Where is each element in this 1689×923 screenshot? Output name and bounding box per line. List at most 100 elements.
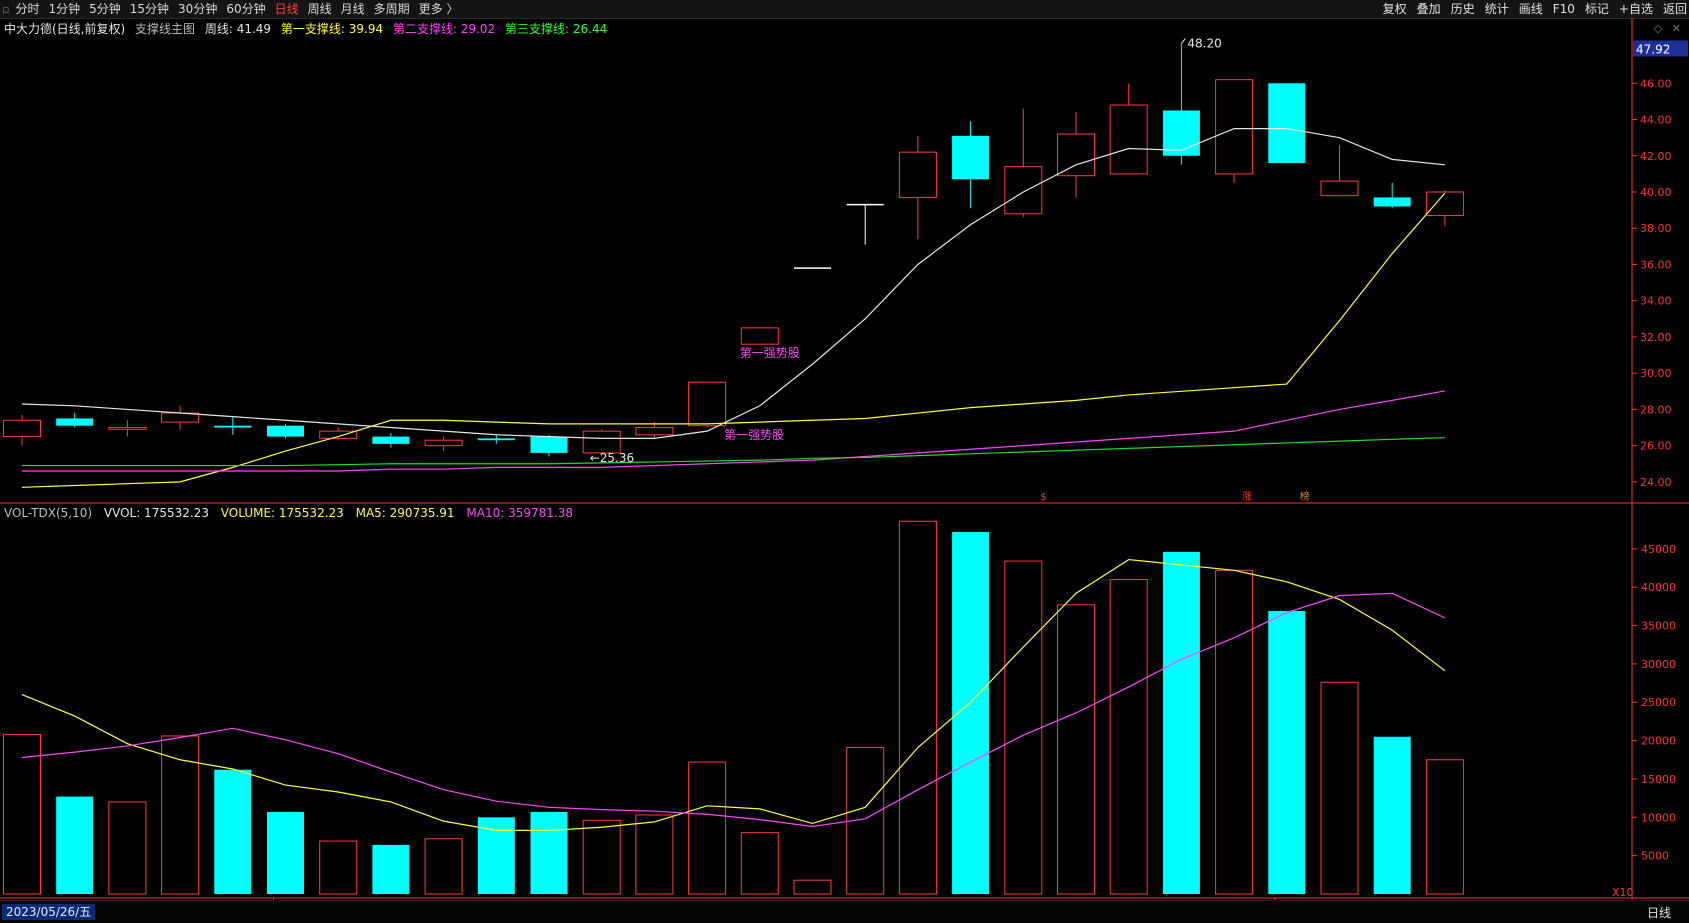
high-price-label: 48.20 [1187, 36, 1221, 50]
price-tick-label: 28.00 [1640, 403, 1672, 416]
indicator-name[interactable]: 支撑线主图 [135, 22, 195, 36]
week-line-value: 周线: 41.49 [204, 22, 272, 36]
high-marker [1181, 38, 1186, 44]
volume-bar [635, 814, 674, 895]
candle-body [740, 327, 779, 345]
price-tick-label: 26.00 [1640, 440, 1672, 453]
candle-body [688, 381, 727, 427]
volume-bar [1268, 610, 1306, 894]
candle-body [1004, 166, 1043, 215]
volume-tick-label: 25000 [1641, 696, 1676, 709]
volume-tick-label: 5000 [1641, 850, 1669, 863]
volume-bar [582, 819, 621, 895]
price-tick-label: 38.00 [1640, 222, 1672, 235]
event-marker: 涨 [1242, 491, 1252, 503]
candle-body [1320, 180, 1359, 197]
volume-bar [898, 520, 937, 895]
volume-bar [214, 769, 252, 894]
volume-bar [1162, 551, 1200, 894]
volume-bar [1373, 736, 1411, 894]
candle-body [952, 135, 990, 180]
series-line [21, 192, 1446, 488]
volume-tick-label: 30000 [1641, 658, 1676, 671]
ma10-value: MA10: 359781.38 [466, 506, 573, 520]
price-tick-label: 34.00 [1640, 295, 1672, 308]
volume-tick-label: 20000 [1641, 735, 1676, 748]
volume-indicator-info: VOL-TDX(5,10) VVOL: 175532.23 VOLUME: 17… [4, 506, 581, 522]
volume-tick-label: 10000 [1641, 811, 1676, 824]
price-tick-label: 46.00 [1640, 77, 1672, 90]
candle-body [898, 151, 937, 198]
candle-body [582, 430, 621, 454]
candle-body [530, 436, 568, 453]
support1-value: 第一支撑线: 39.94 [280, 22, 384, 36]
ma5-value: MA5: 290735.91 [355, 506, 455, 520]
event-marker: $ [1040, 492, 1046, 503]
main-indicator-info: 中大力德(日线,前复权) 支撑线主图 周线: 41.49 第一支撑线: 39.9… [4, 20, 613, 36]
price-tick-label: 44.00 [1640, 114, 1672, 127]
candle-body [108, 427, 147, 430]
volume-bar [530, 811, 568, 894]
volume-bar [424, 838, 463, 895]
volume-bar [319, 840, 358, 895]
volume-bar [56, 796, 94, 894]
volume-bar [688, 761, 727, 895]
candle-body [1373, 197, 1411, 207]
price-tick-label: 30.00 [1640, 367, 1672, 380]
candle-body [1215, 79, 1254, 175]
price-tick-label: 32.00 [1640, 331, 1672, 344]
volume-bar [1109, 579, 1148, 895]
strong-stock-label: 第一强势股 [724, 428, 784, 442]
series-line [21, 127, 1445, 439]
candle-body [477, 438, 515, 441]
candle-body [1057, 133, 1095, 177]
volume-bar [1057, 604, 1095, 895]
close-icon[interactable]: ✕ [1672, 22, 1681, 35]
candle-body [424, 439, 463, 447]
series-line [22, 437, 1445, 467]
volume-bar [793, 879, 832, 895]
support2-value: 第二支撑线: 29.02 [392, 22, 496, 36]
volume-bar [1215, 569, 1254, 895]
candle-body [214, 425, 252, 428]
pane-controls: ◇ ✕ [1648, 22, 1681, 35]
vol-indicator-name[interactable]: VOL-TDX(5,10) [4, 506, 92, 520]
kline-chart[interactable]: 24.00 26.00 28.00 30.00 32.00 34.00 36.00 38.00… [0, 0, 1689, 922]
volume-bar [3, 733, 41, 895]
price-tick-label: 24.00 [1640, 476, 1672, 489]
candle-body [1268, 83, 1306, 164]
volume-bar [477, 817, 515, 894]
period-label[interactable]: 日线 [1647, 904, 1671, 921]
volume-bar [1425, 759, 1464, 895]
vvol-value: VVOL: 175532.23 [103, 506, 209, 520]
volume-tick-label: 45000 [1641, 543, 1676, 556]
volume-bar [740, 832, 779, 895]
strong-stock-label: 第一强势股 [740, 346, 800, 360]
candle-body [1425, 191, 1464, 217]
volume-value: VOLUME: 175532.23 [220, 506, 344, 520]
time-axis-bar: 2023/05/26/五 日线 [0, 900, 1689, 923]
event-marker: 榜 [1300, 490, 1310, 503]
price-tick-label: 42.00 [1640, 150, 1672, 163]
candle-body [3, 419, 41, 438]
candle-body [267, 425, 304, 437]
volume-bar [372, 844, 410, 894]
price-tick-label: 36.00 [1640, 258, 1672, 271]
price-tick-label: 40.00 [1640, 186, 1672, 199]
volume-tick-label: 35000 [1641, 620, 1676, 633]
volume-tick-label: 15000 [1641, 773, 1676, 786]
volume-tick-label: 40000 [1641, 581, 1676, 594]
candle-body [1109, 104, 1148, 175]
volume-bar [108, 801, 147, 895]
support3-value: 第三支撑线: 26.44 [505, 22, 608, 36]
low-price-label: ←25.36 [590, 451, 634, 465]
stock-name: 中大力德(日线,前复权) [4, 22, 126, 36]
volume-bar [1004, 560, 1043, 895]
cursor-date: 2023/05/26/五 [2, 904, 96, 920]
settings-icon[interactable]: ◇ [1654, 22, 1662, 35]
candle-body [56, 418, 94, 426]
volume-unit-label: X10 [1612, 886, 1634, 899]
candle-body [635, 427, 674, 436]
current-price-label: 47.92 [1636, 43, 1670, 57]
volume-bar [267, 811, 304, 894]
